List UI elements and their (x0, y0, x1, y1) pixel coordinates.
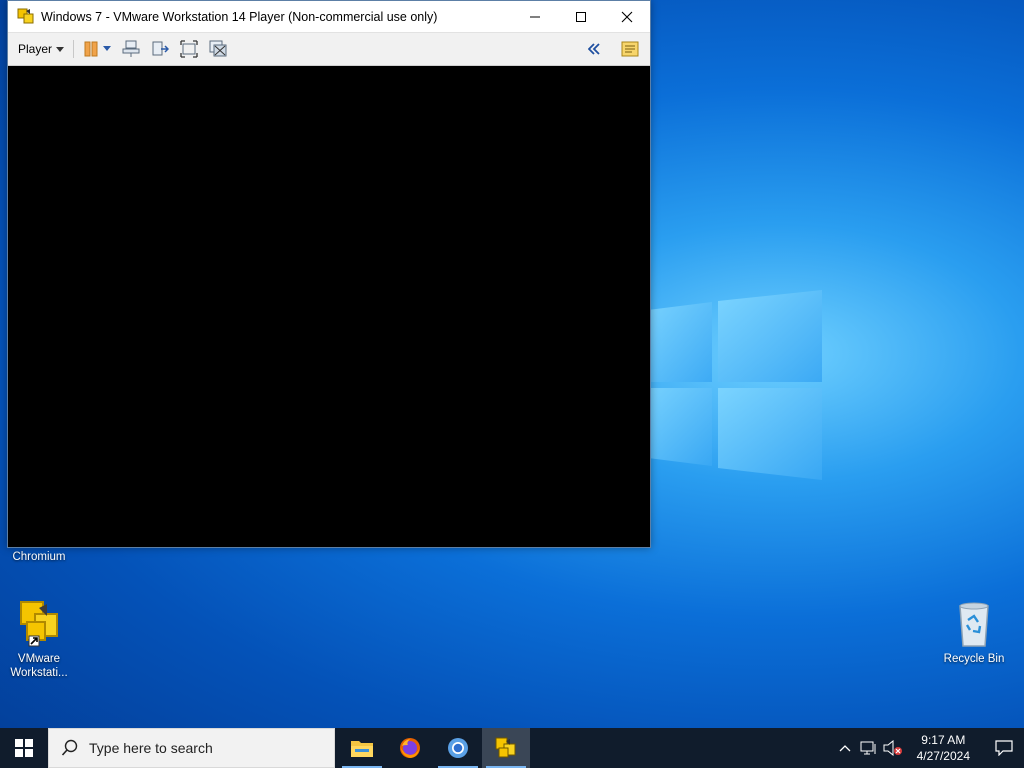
notification-icon (995, 740, 1013, 756)
vmware-app-icon (17, 8, 35, 26)
chromium-icon (448, 738, 468, 758)
taskbar-vmware-player[interactable] (482, 728, 530, 768)
network-button[interactable] (857, 740, 881, 756)
system-tray: 9:17 AM 4/27/2024 (833, 728, 1024, 768)
unity-icon (209, 40, 227, 57)
device-arrow-icon (152, 41, 170, 56)
volume-button[interactable] (881, 740, 905, 756)
taskbar-file-explorer[interactable] (338, 728, 386, 768)
network-computer-icon (122, 40, 140, 57)
folder-icon (351, 741, 373, 757)
message-log-button[interactable] (619, 38, 641, 60)
start-button[interactable] (0, 728, 48, 768)
network-icon (860, 741, 876, 755)
maximize-icon (576, 11, 586, 22)
action-center-button[interactable] (984, 728, 1024, 768)
close-button[interactable] (604, 1, 650, 32)
notes-icon (621, 41, 639, 57)
chevron-down-icon (56, 46, 65, 52)
close-icon (621, 11, 633, 22)
desktop-icon-label: Chromium (12, 551, 66, 563)
windows-start-icon (15, 739, 33, 757)
player-menu-label: Player (18, 42, 53, 56)
minimize-icon (530, 16, 540, 17)
pause-button[interactable] (83, 38, 113, 60)
vmware-player-window[interactable]: Windows 7 - VMware Workstation 14 Player… (7, 0, 651, 548)
maximize-button[interactable] (558, 1, 604, 32)
volume-muted-icon (883, 740, 902, 756)
taskbar: Type here to search 9:17 AM 4/27/2024 (0, 728, 1024, 768)
player-toolbar: Player (8, 32, 650, 66)
full-screen-button[interactable] (178, 38, 200, 60)
toolbar-divider (73, 40, 75, 58)
collapse-toolbar-button[interactable] (583, 38, 605, 60)
search-icon (61, 739, 78, 756)
clock[interactable]: 9:17 AM 4/27/2024 (917, 732, 970, 764)
taskbar-firefox[interactable] (386, 728, 434, 768)
minimize-button[interactable] (512, 1, 558, 32)
player-menu-button[interactable]: Player (18, 42, 65, 56)
title-bar[interactable]: Windows 7 - VMware Workstation 14 Player… (8, 1, 650, 32)
show-hidden-icons-button[interactable] (833, 744, 857, 752)
chevron-up-icon (839, 745, 851, 752)
clock-date: 4/27/2024 (916, 749, 970, 763)
vmware-icon (15, 600, 63, 648)
recycle-bin-icon (950, 600, 998, 648)
desktop-icon-recycle-bin[interactable]: Recycle Bin (936, 600, 1012, 666)
search-placeholder: Type here to search (89, 740, 213, 756)
firefox-icon (400, 738, 420, 758)
window-title: Windows 7 - VMware Workstation 14 Player… (41, 9, 438, 24)
clock-time: 9:17 AM (921, 733, 966, 747)
desktop-icon-label: VMware Workstati... (10, 653, 68, 679)
unity-button[interactable] (207, 38, 229, 60)
vm-display[interactable] (8, 66, 650, 547)
taskbar-chromium[interactable] (434, 728, 482, 768)
desktop-icon-label: Recycle Bin (943, 653, 1005, 665)
desktop-icon-vmware[interactable]: VMware Workstati... (1, 600, 77, 680)
double-chevron-left-icon (588, 43, 600, 55)
send-ctrl-alt-del-button[interactable] (120, 38, 142, 60)
vmware-icon (495, 737, 516, 758)
pause-icon (84, 41, 112, 57)
fullscreen-icon (180, 40, 198, 58)
removable-devices-button[interactable] (149, 38, 171, 60)
search-box[interactable]: Type here to search (48, 728, 335, 768)
